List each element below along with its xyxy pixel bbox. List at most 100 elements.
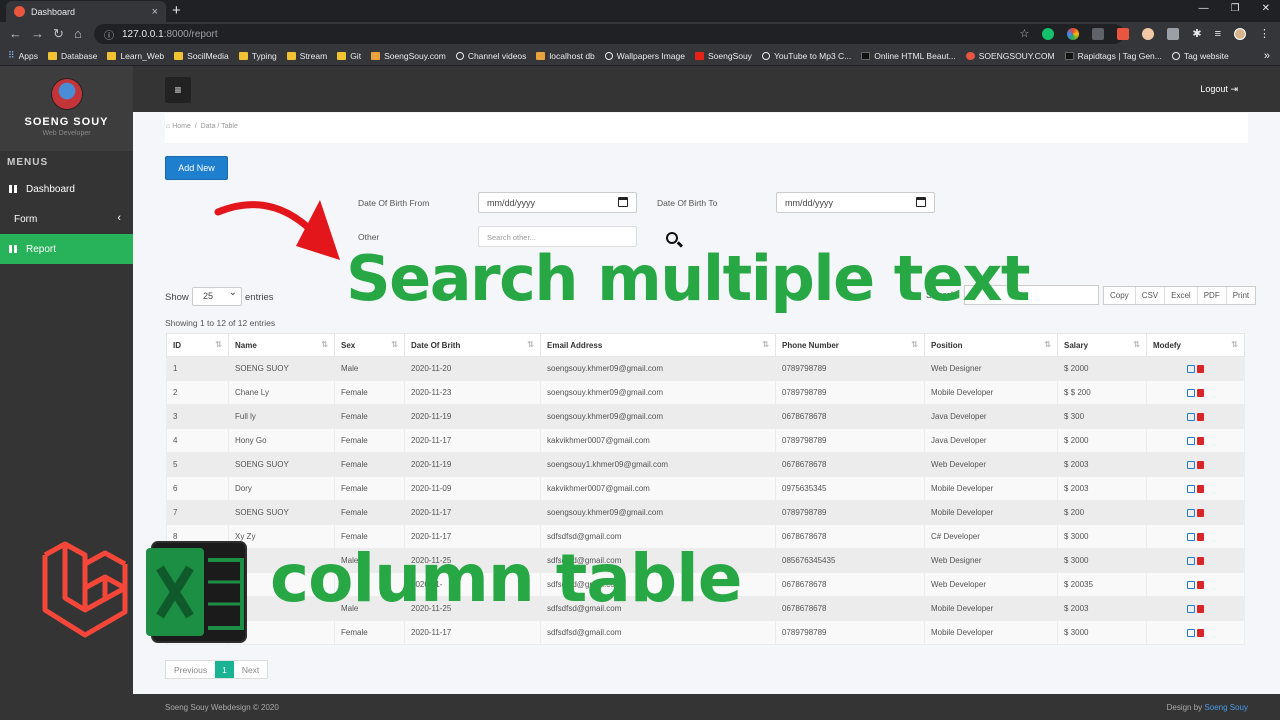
grammarly-icon[interactable] xyxy=(1042,27,1055,40)
close-tab-icon[interactable]: × xyxy=(152,6,158,18)
edit-icon[interactable] xyxy=(1187,604,1195,613)
back-icon[interactable]: ← xyxy=(9,26,22,41)
bookmark-item[interactable]: Learn_Web xyxy=(107,51,164,61)
extension-icon[interactable] xyxy=(1117,27,1130,40)
bookmark-item[interactable]: SoengSouy.com xyxy=(371,51,446,61)
restore-icon[interactable]: ❐ xyxy=(1231,3,1240,14)
delete-icon[interactable] xyxy=(1197,412,1204,421)
edit-icon[interactable] xyxy=(1187,388,1195,397)
sidebar-item-dashboard[interactable]: Dashboard xyxy=(0,174,133,204)
column-header-email[interactable]: Email Address ⇅ xyxy=(540,333,776,357)
edit-icon[interactable] xyxy=(1187,436,1195,445)
delete-icon[interactable] xyxy=(1197,364,1204,373)
dob-to-input[interactable]: mm/dd/yyyy xyxy=(776,192,935,213)
edit-icon[interactable] xyxy=(1187,580,1195,589)
column-header-salary[interactable]: Salary ⇅ xyxy=(1057,333,1147,357)
bookmark-item[interactable]: SoengSouy xyxy=(694,51,752,61)
bookmark-item[interactable]: Database xyxy=(47,51,97,61)
pdf-button[interactable]: PDF xyxy=(1198,287,1227,304)
edit-icon[interactable] xyxy=(1187,508,1195,517)
reading-list-icon[interactable]: ≡ xyxy=(1215,28,1221,40)
home-icon[interactable]: ⌂ xyxy=(74,26,82,41)
more-bookmarks-icon[interactable]: » xyxy=(1264,50,1270,62)
site-info-icon[interactable]: ⓘ xyxy=(104,27,114,42)
extension-icon[interactable] xyxy=(1092,27,1105,40)
bookmark-item[interactable]: Rapidtags | Tag Gen... xyxy=(1064,51,1162,61)
delete-icon[interactable] xyxy=(1197,604,1204,613)
browser-tab[interactable]: Dashboard × xyxy=(6,1,166,22)
calendar-icon[interactable] xyxy=(916,197,926,207)
extension-icon[interactable] xyxy=(1142,27,1155,40)
delete-icon[interactable] xyxy=(1197,460,1204,469)
column-header-position[interactable]: Position ⇅ xyxy=(924,333,1058,357)
table-cell: 2020-11-23 xyxy=(404,380,541,405)
bookmark-item[interactable]: Wallpapers Image xyxy=(604,51,685,61)
footer-author-link[interactable]: Soeng Souy xyxy=(1204,703,1248,712)
browser-menu-icon[interactable]: ⋮ xyxy=(1259,27,1270,40)
edit-icon[interactable] xyxy=(1187,460,1195,469)
puzzle-icon[interactable]: ✱ xyxy=(1192,27,1201,40)
column-header-dob[interactable]: Date Of Brith ⇅ xyxy=(404,333,541,357)
column-header-id[interactable]: ID ⇅ xyxy=(166,333,229,357)
menu-toggle-button[interactable]: ≡ xyxy=(165,77,191,103)
bookmark-item[interactable]: SocilMedia xyxy=(174,51,229,61)
previous-button[interactable]: Previous xyxy=(166,661,215,678)
table-row: 5 SOENG SUOY Female 2020-11-19 soengsouy1.kh… xyxy=(166,452,1245,477)
column-header-phone[interactable]: Phone Number ⇅ xyxy=(775,333,925,357)
bookmark-item[interactable]: Online HTML Beaut... xyxy=(861,51,956,61)
column-header-name[interactable]: Name ⇅ xyxy=(228,333,335,357)
bookmark-item[interactable]: Channel videos xyxy=(455,51,526,61)
calendar-icon[interactable] xyxy=(618,197,628,207)
page-size-select[interactable]: 25 xyxy=(192,287,242,306)
profile-avatar[interactable] xyxy=(1234,27,1246,40)
extension-icon[interactable] xyxy=(1167,27,1180,40)
delete-icon[interactable] xyxy=(1197,484,1204,493)
sidebar-item-form[interactable]: Form ‹ xyxy=(0,204,133,234)
close-window-icon[interactable]: ✕ xyxy=(1262,3,1270,14)
page-1-button[interactable]: 1 xyxy=(215,661,234,678)
url-field[interactable]: ⓘ 127.0.0.1:8000/report xyxy=(94,24,1124,44)
folder-icon xyxy=(174,51,184,60)
bookmark-item[interactable]: Stream xyxy=(286,51,327,61)
reload-icon[interactable]: ↻ xyxy=(53,26,64,42)
edit-icon[interactable] xyxy=(1187,412,1195,421)
bookmark-item[interactable]: YouTube to Mp3 C... xyxy=(761,51,851,61)
edit-icon[interactable] xyxy=(1187,628,1195,637)
bookmark-item[interactable]: Git xyxy=(337,51,361,61)
delete-icon[interactable] xyxy=(1197,580,1204,589)
breadcrumb-home[interactable]: Home xyxy=(172,123,191,130)
bookmark-item[interactable]: ⠿ Apps xyxy=(8,50,38,61)
bookmark-star-icon[interactable]: ☆ xyxy=(1019,27,1029,40)
edit-icon[interactable] xyxy=(1187,532,1195,541)
copy-button[interactable]: Copy xyxy=(1104,287,1136,304)
color-picker-icon[interactable] xyxy=(1067,27,1080,40)
dob-from-input[interactable]: mm/dd/yyyy xyxy=(478,192,637,213)
logout-link[interactable]: Logout ⇥ xyxy=(1200,84,1238,95)
delete-icon[interactable] xyxy=(1197,532,1204,541)
new-tab-icon[interactable]: + xyxy=(172,2,181,19)
sidebar-item-report[interactable]: Report xyxy=(0,234,133,264)
edit-icon[interactable] xyxy=(1187,556,1195,565)
delete-icon[interactable] xyxy=(1197,388,1204,397)
print-button[interactable]: Print xyxy=(1227,287,1255,304)
edit-icon[interactable] xyxy=(1187,364,1195,373)
bookmark-item[interactable]: localhost db xyxy=(536,51,595,61)
bookmark-item[interactable]: SOENGSOUY.COM xyxy=(965,51,1055,61)
folder-icon xyxy=(107,51,117,60)
table-cell: 0678678678 xyxy=(775,452,925,477)
delete-icon[interactable] xyxy=(1197,436,1204,445)
excel-button[interactable]: Excel xyxy=(1165,287,1198,304)
forward-icon[interactable]: → xyxy=(31,26,44,41)
edit-icon[interactable] xyxy=(1187,484,1195,493)
delete-icon[interactable] xyxy=(1197,508,1204,517)
delete-icon[interactable] xyxy=(1197,556,1204,565)
next-button[interactable]: Next xyxy=(234,661,267,678)
table-cell: $ $ 200 xyxy=(1057,380,1147,405)
bookmark-item[interactable]: Typing xyxy=(238,51,277,61)
add-new-button[interactable]: Add New xyxy=(165,156,228,180)
delete-icon[interactable] xyxy=(1197,628,1204,637)
csv-button[interactable]: CSV xyxy=(1136,287,1166,304)
column-header-sex[interactable]: Sex ⇅ xyxy=(334,333,405,357)
minimize-icon[interactable]: — xyxy=(1199,3,1209,14)
bookmark-item[interactable]: Tag website xyxy=(1171,51,1229,61)
